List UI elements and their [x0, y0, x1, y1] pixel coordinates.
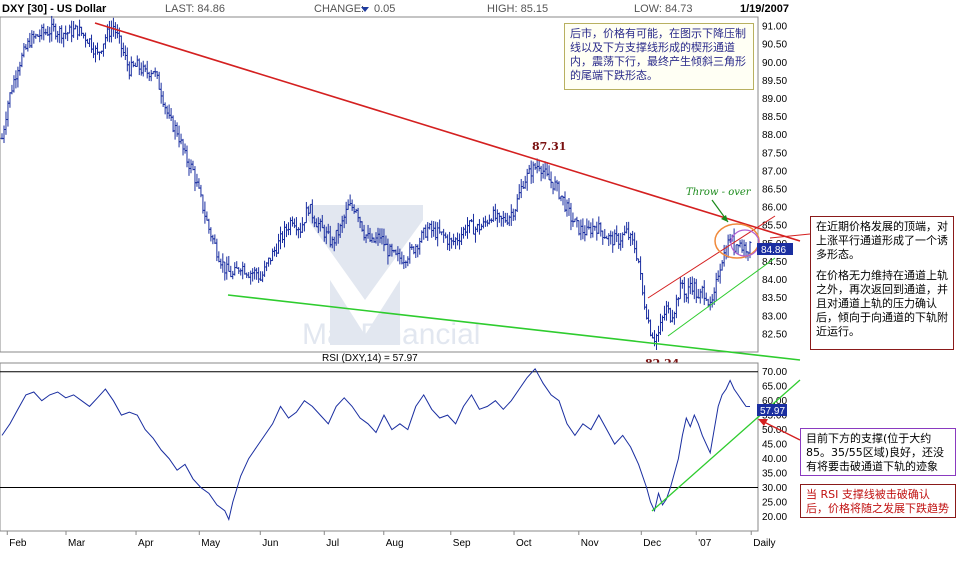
rsi-tick-label: 30.00: [762, 483, 787, 494]
date-value: 1/19/2007: [740, 3, 789, 15]
price-tick-label: 90.00: [762, 58, 787, 69]
price-tick-label: 86.50: [762, 185, 787, 196]
x-tick-label: Oct: [516, 538, 532, 549]
peak-label: 87.31: [532, 140, 566, 153]
rsi-note-text-1: 目前下方的支撑(位于大约85。35/55区域)良好，还没有将要击破通道下轨的迹象: [806, 432, 944, 473]
x-tick-label: Apr: [138, 538, 154, 549]
x-tick-label: Jul: [326, 538, 339, 549]
rsi-panel: [0, 362, 759, 532]
x-axis: Feb Mar Apr May Jun Jul Aug Sep Oct Nov Dec '07 Dail…: [6, 531, 775, 549]
x-tick-label: Nov: [581, 538, 599, 549]
x-tick-label: '07: [698, 538, 711, 549]
x-tick-label: Aug: [386, 538, 404, 549]
rsi-note-box: 目前下方的支撑(位于大约85。35/55区域)良好，还没有将要击破通道下轨的迹象: [800, 428, 956, 476]
x-tick-label: Daily: [753, 538, 775, 549]
rsi-tick-label: 35.00: [762, 469, 787, 480]
change-label: CHANGE:: [314, 3, 364, 15]
price-tick-label: 90.50: [762, 40, 787, 51]
price-tick-label: 89.50: [762, 76, 787, 87]
price-tick-label: 83.00: [762, 311, 787, 322]
price-tick-label: 89.00: [762, 94, 787, 105]
rsi-tick-label: 70.00: [762, 367, 787, 378]
price-tick-label: 88.00: [762, 130, 787, 141]
x-tick-label: May: [201, 538, 220, 549]
last-value: LAST: 84.86: [165, 3, 225, 15]
top-note-text: 后市，价格有可能，在图示下降压制线以及下方支撑线形成的楔形通道内，震荡下行，最终…: [570, 27, 746, 82]
rsi-y-axis: 70.0065.0060.0055.0050.0045.0040.0035.00…: [762, 367, 787, 523]
price-tick-label: 84.00: [762, 275, 787, 286]
rsi-break-note-box: 当 RSI 支撑线被击破确认后，价格将随之发展下跌趋势: [800, 484, 956, 518]
last-price-tag-text: 84.86: [761, 245, 786, 256]
throw-over-label: Throw - over: [686, 187, 752, 198]
symbol-title: DXY [30] - US Dollar: [2, 3, 107, 15]
low-value: LOW: 84.73: [634, 3, 693, 15]
rsi-tick-label: 45.00: [762, 440, 787, 451]
price-tick-label: 87.00: [762, 166, 787, 177]
price-tick-label: 82.50: [762, 329, 787, 340]
high-value: HIGH: 85.15: [487, 3, 548, 15]
right-note-box: 在近期价格发展的顶端，对上涨平行通道形成了一个诱多形态。 在价格无力维持在通道上…: [810, 216, 954, 350]
price-y-axis: 91.00 90.50 90.00 89.50 89.00 88.50 88.00 87.50…: [762, 22, 787, 341]
rsi-title: RSI (DXY,14) = 57.97: [322, 353, 418, 364]
x-tick-label: Feb: [9, 538, 27, 549]
rsi-value-tag-text: 57.97: [760, 406, 785, 417]
rsi-tick-label: 40.00: [762, 454, 787, 465]
price-tick-label: 86.00: [762, 203, 787, 214]
x-tick-label: Mar: [68, 538, 86, 549]
rsi-tick-label: 25.00: [762, 498, 787, 509]
x-tick-label: Dec: [643, 538, 661, 549]
top-note-box: 后市，价格有可能，在图示下降压制线以及下方支撑线形成的楔形通道内，震荡下行，最终…: [564, 23, 754, 90]
x-tick-label: Sep: [453, 538, 471, 549]
x-tick-label: Jun: [262, 538, 278, 549]
price-tick-label: 91.00: [762, 22, 787, 33]
rsi-tick-label: 20.00: [762, 512, 787, 523]
rsi-note-text-2: 当 RSI 支撑线被击破确认后，价格将随之发展下跌趋势: [806, 488, 949, 515]
right-note-text-1: 在近期价格发展的顶端，对上涨平行通道形成了一个诱多形态。: [816, 220, 948, 261]
price-tick-label: 83.50: [762, 293, 787, 304]
rsi-tick-label: 65.00: [762, 382, 787, 393]
change-value: 0.05: [374, 3, 395, 15]
price-tick-label: 88.50: [762, 112, 787, 123]
price-tick-label: 87.50: [762, 148, 787, 159]
right-note-text-2: 在价格无力维持在通道上轨之外，再次返回到通道，并且对通道上轨的压力确认后，倾向于…: [816, 269, 948, 338]
watermark-text: ManFinancial: [302, 318, 480, 351]
